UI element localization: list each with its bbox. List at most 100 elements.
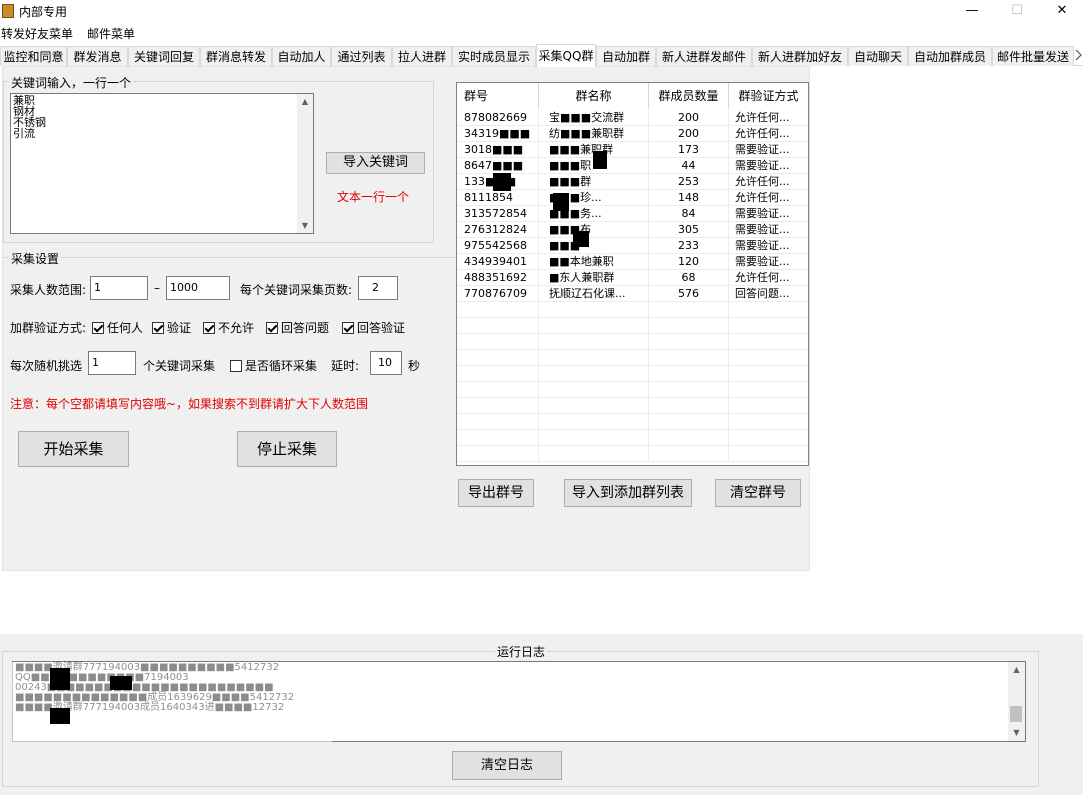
table-row[interactable]: 878082669 宝■■■交流群 200 允许任何... bbox=[457, 110, 808, 126]
clear-log-button[interactable]: 清空日志 bbox=[452, 751, 562, 780]
table-row[interactable] bbox=[457, 398, 808, 414]
cell-group-name bbox=[539, 334, 649, 350]
menu-forward-friends[interactable]: 转发好友菜单 bbox=[1, 25, 73, 42]
range-max-input[interactable]: 1000 bbox=[166, 276, 230, 300]
col-header-verify-method[interactable]: 群验证方式 bbox=[729, 83, 808, 109]
verify-answer-verify-checkbox[interactable]: 回答验证 bbox=[342, 319, 405, 336]
range-min-input[interactable]: 1 bbox=[90, 276, 148, 300]
cell-group-id: 8111854 bbox=[457, 190, 539, 206]
cell-verify-method: 需要验证... bbox=[729, 254, 808, 270]
import-keywords-button[interactable]: 导入关键词 bbox=[326, 152, 425, 174]
delay-input[interactable]: 10 bbox=[370, 351, 402, 375]
col-header-member-count[interactable]: 群成员数量 bbox=[649, 83, 729, 109]
cell-verify-method: 需要验证... bbox=[729, 206, 808, 222]
cell-member-count: 305 bbox=[649, 222, 729, 238]
random-count-input[interactable]: 1 bbox=[88, 351, 136, 375]
tab-batch-mail[interactable]: 邮件批量发送 bbox=[992, 46, 1074, 66]
cell-member-count bbox=[649, 366, 729, 382]
maximize-button[interactable]: ☐ bbox=[994, 0, 1040, 22]
table-row[interactable] bbox=[457, 430, 808, 446]
tab-newcomer-friend[interactable]: 新人进群加好友 bbox=[752, 46, 848, 66]
table-row[interactable]: 975542568 ■■■ 233 需要验证... bbox=[457, 238, 808, 254]
table-row[interactable]: 770876709 抚顺辽石化课... 576 回答问题... bbox=[457, 286, 808, 302]
cell-group-id bbox=[457, 414, 539, 430]
tab-auto-add-members[interactable]: 自动加群成员 bbox=[908, 46, 992, 66]
verify-anyone-checkbox[interactable]: 任何人 bbox=[92, 319, 143, 336]
tab-collect-qq-group[interactable]: 采集QQ群 bbox=[536, 44, 596, 67]
import-to-add-list-button[interactable]: 导入到添加群列表 bbox=[564, 479, 692, 507]
tab-pull-into-group[interactable]: 拉人进群 bbox=[392, 46, 452, 66]
tab-auto-add[interactable]: 自动加人 bbox=[272, 46, 331, 66]
tab-group-forward[interactable]: 群消息转发 bbox=[200, 46, 272, 66]
table-row[interactable] bbox=[457, 414, 808, 430]
cell-group-id: 488351692 bbox=[457, 270, 539, 286]
export-groups-button[interactable]: 导出群号 bbox=[458, 479, 534, 507]
cell-group-name: ■■本地兼职 bbox=[539, 254, 649, 270]
log-scrollbar[interactable]: ▲ ▼ bbox=[1008, 662, 1025, 741]
checkbox-icon bbox=[92, 321, 104, 334]
keyword-scrollbar[interactable]: ▲ ▼ bbox=[297, 94, 313, 233]
col-header-group-name[interactable]: 群名称 bbox=[539, 83, 649, 109]
cell-group-id: 8647■■■ bbox=[457, 158, 539, 174]
verify-answer-checkbox[interactable]: 回答问题 bbox=[266, 319, 329, 336]
table-row[interactable] bbox=[457, 382, 808, 398]
tab-realtime-members[interactable]: 实时成员显示 bbox=[452, 46, 536, 66]
table-row[interactable]: 276312824 ■■■布 305 需要验证... bbox=[457, 222, 808, 238]
table-row[interactable] bbox=[457, 334, 808, 350]
menu-mail[interactable]: 邮件菜单 bbox=[87, 25, 135, 42]
verify-disallow-checkbox[interactable]: 不允许 bbox=[203, 319, 254, 336]
clear-groups-button[interactable]: 清空群号 bbox=[715, 479, 801, 507]
table-row[interactable]: 8111854 ■■■珍... 148 允许任何... bbox=[457, 190, 808, 206]
cell-member-count: 44 bbox=[649, 158, 729, 174]
tab-scroll-icon[interactable] bbox=[1074, 48, 1083, 62]
tab-mass-message[interactable]: 群发消息 bbox=[67, 46, 128, 66]
tab-keyword-reply[interactable]: 关键词回复 bbox=[128, 46, 200, 66]
table-row[interactable]: 313572854 ■■■务... 84 需要验证... bbox=[457, 206, 808, 222]
table-row[interactable] bbox=[457, 446, 808, 462]
table-row[interactable] bbox=[457, 366, 808, 382]
cell-group-name: 宝■■■交流群 bbox=[539, 110, 649, 126]
group-grid[interactable]: 群号 群名称 群成员数量 群验证方式 878082669 宝■■■交流群 200 允许… bbox=[456, 82, 809, 466]
scroll-up-icon[interactable]: ▲ bbox=[1008, 665, 1025, 675]
tab-pass-list[interactable]: 通过列表 bbox=[331, 46, 392, 66]
cell-group-name: ■■■ bbox=[539, 238, 649, 254]
tab-auto-chat[interactable]: 自动聊天 bbox=[848, 46, 908, 66]
loop-checkbox[interactable]: 是否循环采集 bbox=[230, 357, 317, 374]
tab-monitor-agree[interactable]: 监控和同意 bbox=[0, 46, 67, 66]
stop-collect-button[interactable]: 停止采集 bbox=[237, 431, 337, 467]
table-row[interactable]: 434939401 ■■本地兼职 120 需要验证... bbox=[457, 254, 808, 270]
random-suffix: 个关键词采集 bbox=[143, 359, 216, 373]
cell-verify-method: 允许任何... bbox=[729, 126, 808, 142]
table-row[interactable] bbox=[457, 318, 808, 334]
cell-group-name bbox=[539, 318, 649, 334]
table-row[interactable]: 3018■■■ ■■■兼职群 173 需要验证... bbox=[457, 142, 808, 158]
table-row[interactable] bbox=[457, 350, 808, 366]
close-button[interactable]: ✕ bbox=[1039, 0, 1083, 22]
scroll-thumb[interactable] bbox=[1010, 706, 1022, 722]
col-header-group-id[interactable]: 群号 bbox=[457, 83, 539, 109]
cell-group-id: 276312824 bbox=[457, 222, 539, 238]
scroll-down-icon[interactable]: ▼ bbox=[1008, 728, 1025, 738]
cell-group-name bbox=[539, 430, 649, 446]
keyword-textarea[interactable]: 兼职 钢材 不锈钢 引流 ▲ ▼ bbox=[10, 93, 314, 234]
tab-strip: 监控和同意 群发消息 关键词回复 群消息转发 自动加人 通过列表 拉人进群 实时… bbox=[0, 44, 1083, 67]
verify-verify-checkbox[interactable]: 验证 bbox=[152, 319, 191, 336]
scroll-up-icon[interactable]: ▲ bbox=[297, 96, 313, 107]
cell-group-name bbox=[539, 382, 649, 398]
pages-input[interactable]: 2 bbox=[358, 276, 398, 300]
scroll-down-icon[interactable]: ▼ bbox=[297, 220, 313, 231]
cell-member-count: 120 bbox=[649, 254, 729, 270]
redaction-mark bbox=[553, 193, 569, 211]
cell-member-count: 148 bbox=[649, 190, 729, 206]
table-row[interactable]: 488351692 ■东人兼职群 68 允许任何... bbox=[457, 270, 808, 286]
table-row[interactable]: 34319■■■ 纺■■■兼职群 200 允许任何... bbox=[457, 126, 808, 142]
tab-newcomer-mail[interactable]: 新人进群发邮件 bbox=[656, 46, 752, 66]
start-collect-button[interactable]: 开始采集 bbox=[18, 431, 129, 467]
tab-auto-join-group[interactable]: 自动加群 bbox=[596, 46, 656, 66]
table-row[interactable] bbox=[457, 302, 808, 318]
cell-member-count bbox=[649, 430, 729, 446]
cell-group-name: ■■■群 bbox=[539, 174, 649, 190]
minimize-button[interactable]: — bbox=[949, 0, 995, 22]
verify-label: 加群验证方式: bbox=[10, 321, 87, 335]
table-row[interactable]: 8647■■■ ■■■职 44 需要验证... bbox=[457, 158, 808, 174]
